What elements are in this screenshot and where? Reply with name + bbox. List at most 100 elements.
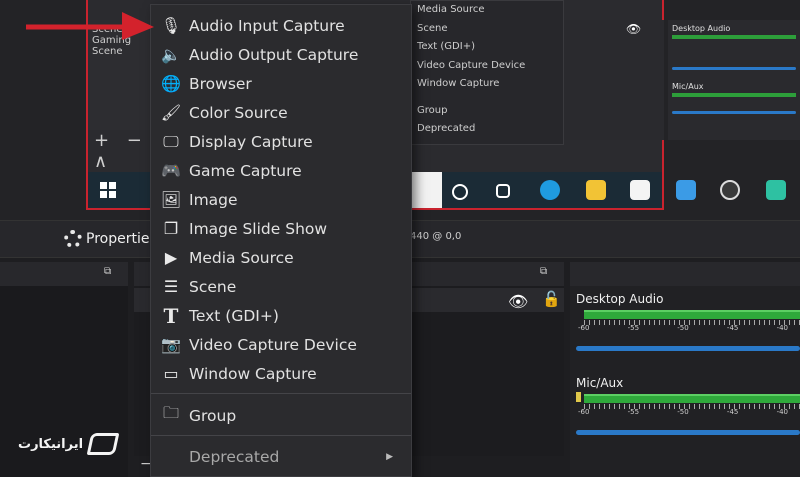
desktop-volume-slider[interactable] xyxy=(576,346,800,351)
list-icon: ☰ xyxy=(163,277,179,296)
submenu-item[interactable]: Deprecated xyxy=(411,120,563,139)
menu-item-group[interactable]: 🗀 Group xyxy=(151,401,411,430)
menu-item-browser[interactable]: 🌐 Browser xyxy=(151,69,411,98)
watermark: ایرانیکارت xyxy=(18,433,120,455)
store-icon[interactable] xyxy=(630,180,650,200)
menu-item-audio-input-capture[interactable]: 🎙 Audio Input Capture xyxy=(151,11,411,40)
menu-item-label: Text (GDI+) xyxy=(189,306,279,325)
menu-separator xyxy=(151,435,411,436)
submenu-arrow-icon: ▶ xyxy=(386,451,393,462)
audio-mixer: Desktop Audio -60 -55 -50 -45 -40 Mic/Au… xyxy=(570,286,800,477)
menu-item-video-capture-device[interactable]: 📷 Video Capture Device xyxy=(151,330,411,359)
lock-icon[interactable]: 🔓 xyxy=(542,290,561,308)
properties-button[interactable]: Propertie xyxy=(64,227,149,251)
menu-item-label: Media Source xyxy=(189,248,294,267)
scale-label: -45 xyxy=(726,324,739,332)
mic-peak-indicator xyxy=(576,392,581,402)
folder-icon: 🗀 xyxy=(162,403,179,422)
obs-icon[interactable] xyxy=(720,180,740,200)
dock-float-icon[interactable]: ⧉ xyxy=(104,266,111,277)
mic-aux-label: Mic/Aux xyxy=(576,376,624,390)
add-source-context-menu: 🎙 Audio Input Capture 🔈 Audio Output Cap… xyxy=(150,4,412,477)
scale-label: -50 xyxy=(677,408,689,416)
submenu-item[interactable]: Scene xyxy=(411,20,563,39)
menu-item-label: Audio Output Capture xyxy=(189,45,359,64)
mic-aux-meter xyxy=(584,394,800,403)
menu-item-media-source[interactable]: ▶ Media Source xyxy=(151,243,411,272)
task-view-icon[interactable] xyxy=(496,184,510,198)
window-icon: ▭ xyxy=(163,364,179,383)
edge-icon[interactable] xyxy=(540,180,560,200)
menu-separator xyxy=(151,393,411,394)
scale-label: -60 xyxy=(578,408,590,416)
visibility-eye-icon[interactable]: 👁 xyxy=(508,292,528,311)
mini-mic-slider[interactable] xyxy=(672,111,796,114)
scale-label: -45 xyxy=(726,408,739,416)
paintbrush-icon: 🖌 xyxy=(160,103,182,122)
menu-item-label: Display Capture xyxy=(189,132,313,151)
app-icon[interactable] xyxy=(766,180,786,200)
menu-item-game-capture[interactable]: 🎮 Game Capture xyxy=(151,156,411,185)
menu-item-image-slide-show[interactable]: ❐ Image Slide Show xyxy=(151,214,411,243)
menu-item-label: Scene xyxy=(189,277,237,296)
desktop-audio-meter xyxy=(584,310,800,319)
red-pointer-arrow-icon xyxy=(26,12,154,40)
gear-icon xyxy=(64,230,82,248)
eye-icon[interactable]: 👁 xyxy=(626,22,641,36)
gamepad-icon: 🎮 xyxy=(161,161,181,180)
mini-desktop-label: Desktop Audio xyxy=(672,24,731,33)
submenu-separator xyxy=(411,94,563,102)
menu-item-image[interactable]: 🖼 Image xyxy=(151,185,411,214)
mail-icon[interactable] xyxy=(676,180,696,200)
windows-start-icon[interactable] xyxy=(100,182,116,198)
submenu-item[interactable]: Window Capture xyxy=(411,75,563,94)
slideshow-icon: ❐ xyxy=(163,219,179,238)
menu-item-deprecated[interactable]: Deprecated ▶ xyxy=(151,442,411,471)
text-icon: T xyxy=(163,303,179,328)
taskbar-search-box[interactable] xyxy=(410,172,442,208)
scale-label: -55 xyxy=(627,324,640,332)
submenu-item[interactable]: Text (GDI+) xyxy=(411,38,563,57)
menu-item-scene[interactable]: ☰ Scene xyxy=(151,272,411,301)
mini-sources-panel: 👁 xyxy=(564,20,664,140)
mini-mixer-panel: Desktop Audio Mic/Aux xyxy=(668,20,800,140)
scale-label: -50 xyxy=(677,324,689,332)
menu-item-label: Video Capture Device xyxy=(189,335,357,354)
menu-item-color-source[interactable]: 🖌 Color Source xyxy=(151,98,411,127)
mini-mic-meter xyxy=(672,93,796,97)
scale-label: -40 xyxy=(776,324,788,332)
menu-item-label: Image Slide Show xyxy=(189,219,328,238)
submenu-item[interactable]: Group xyxy=(411,102,563,121)
menu-item-label: Audio Input Capture xyxy=(189,16,345,35)
menu-item-label: Deprecated xyxy=(189,447,280,466)
menu-item-label: Game Capture xyxy=(189,161,302,180)
camera-icon: 📷 xyxy=(161,335,181,354)
desktop-meter-scale: -60 -55 -50 -45 -40 xyxy=(578,324,788,332)
menu-item-label: Group xyxy=(189,406,237,425)
scale-label: -55 xyxy=(627,408,640,416)
submenu-item[interactable]: Video Capture Device xyxy=(411,57,563,76)
microphone-icon: 🎙 xyxy=(160,16,182,35)
watermark-text: ایرانیکارت xyxy=(18,436,84,452)
menu-item-audio-output-capture[interactable]: 🔈 Audio Output Capture xyxy=(151,40,411,69)
resolution-text: 440 @ 0,0 xyxy=(410,231,462,242)
submenu-item[interactable]: Media Source xyxy=(411,1,563,20)
play-icon: ▶ xyxy=(164,248,178,267)
file-explorer-icon[interactable] xyxy=(586,180,606,200)
cortana-icon[interactable] xyxy=(452,184,468,200)
menu-item-window-capture[interactable]: ▭ Window Capture xyxy=(151,359,411,388)
mixer-dock-header xyxy=(570,262,800,286)
scale-label: -60 xyxy=(578,324,590,332)
background-submenu: Media Source Scene Text (GDI+) Video Cap… xyxy=(410,0,564,145)
menu-item-text-gdi[interactable]: T Text (GDI+) xyxy=(151,301,411,330)
menu-item-label: Window Capture xyxy=(189,364,317,383)
menu-item-display-capture[interactable]: 🖵 Display Capture xyxy=(151,127,411,156)
dock-float-icon[interactable]: ⧉ xyxy=(540,266,547,277)
desktop-audio-label: Desktop Audio xyxy=(576,292,664,306)
scenes-dock-header: ⧉ xyxy=(0,262,128,286)
mini-desktop-meter xyxy=(672,35,796,39)
mic-volume-slider[interactable] xyxy=(576,430,800,435)
properties-label: Propertie xyxy=(86,231,150,247)
image-icon: 🖼 xyxy=(160,190,182,209)
speaker-icon: 🔈 xyxy=(161,45,181,64)
